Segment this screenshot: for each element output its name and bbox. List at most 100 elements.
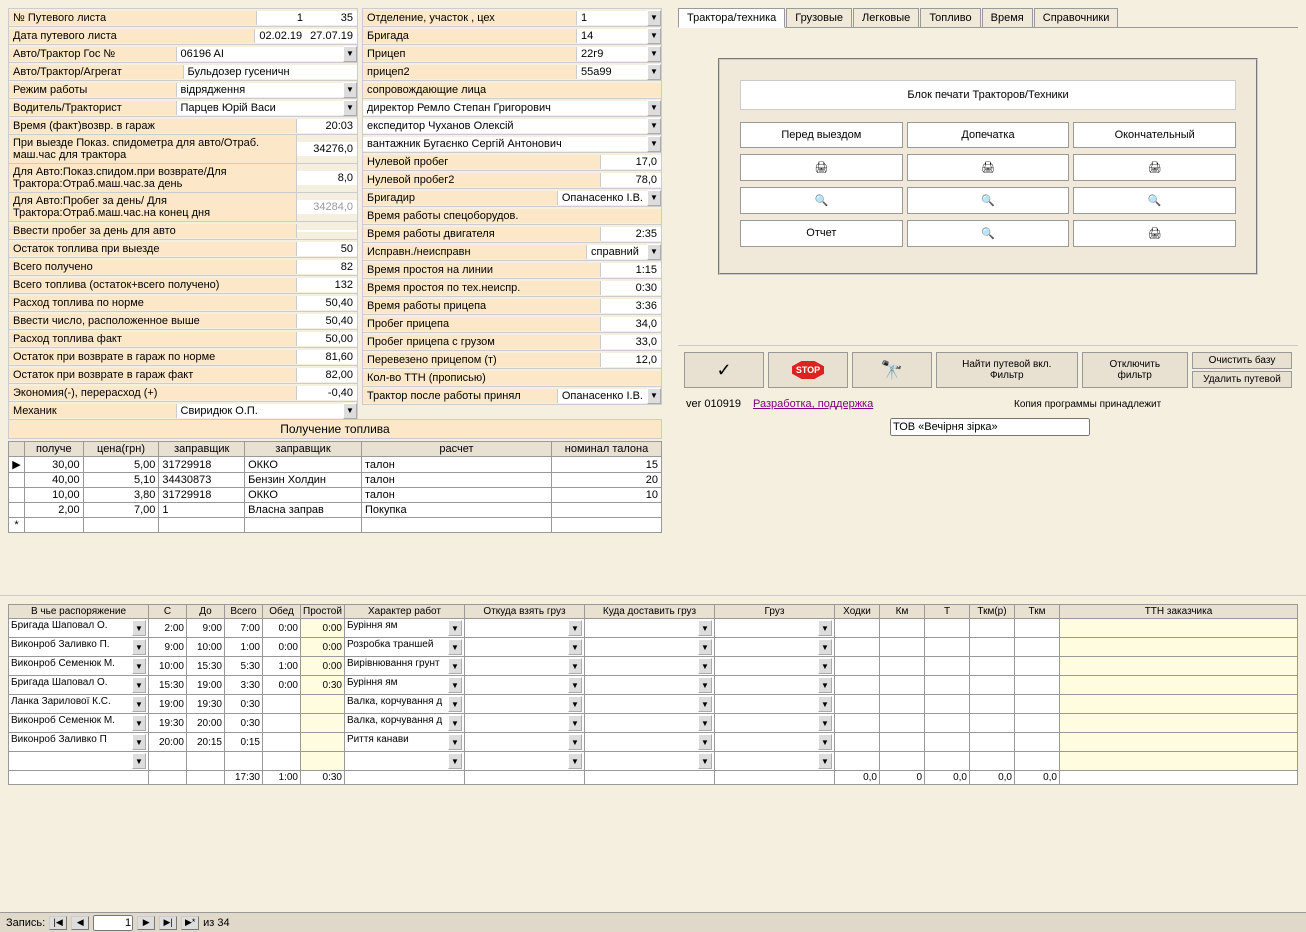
dropdown-icon[interactable]: ▼ bbox=[698, 620, 712, 636]
dropdown-icon[interactable]: ▼ bbox=[818, 753, 832, 769]
engine-time-value[interactable]: 2:35 bbox=[601, 227, 661, 241]
dropdown-icon[interactable]: ▼ bbox=[647, 190, 661, 206]
fuel-fact-value[interactable]: 50,00 bbox=[297, 332, 357, 346]
state-time-[interactable]: 3:36 bbox=[601, 299, 661, 313]
dropdown-icon[interactable]: ▼ bbox=[818, 677, 832, 693]
stop-button[interactable]: STOP bbox=[768, 352, 848, 388]
zero-run-value[interactable]: 17,0 bbox=[601, 155, 661, 169]
binoculars-button[interactable]: 🔭 bbox=[852, 352, 932, 388]
ok-button[interactable]: ✓ bbox=[684, 352, 764, 388]
dropdown-icon[interactable]: ▼ bbox=[818, 715, 832, 731]
disable-filter-button[interactable]: Отключить фильтр bbox=[1082, 352, 1188, 388]
tab-time[interactable]: Время bbox=[982, 8, 1033, 27]
return-time-value[interactable]: 20:03 bbox=[297, 119, 357, 133]
dropdown-icon[interactable]: ▼ bbox=[647, 100, 661, 116]
dropdown-icon[interactable]: ▼ bbox=[818, 639, 832, 655]
dropdown-icon[interactable]: ▼ bbox=[818, 696, 832, 712]
support-link[interactable]: Разработка, поддержка bbox=[753, 398, 873, 410]
dropdown-icon[interactable]: ▼ bbox=[647, 10, 661, 26]
dropdown-icon[interactable]: ▼ bbox=[647, 388, 661, 404]
waybill-no-2[interactable]: 35 bbox=[307, 11, 357, 25]
dropdown-icon[interactable]: ▼ bbox=[698, 677, 712, 693]
preview-before-btn[interactable]: 🔍 bbox=[740, 187, 903, 214]
dropdown-icon[interactable]: ▼ bbox=[698, 639, 712, 655]
report-preview-btn[interactable]: 🔍 bbox=[907, 220, 1070, 247]
dropdown-icon[interactable]: ▼ bbox=[698, 658, 712, 674]
trailer-run-load-value[interactable]: 33,0 bbox=[601, 335, 661, 349]
dropdown-icon[interactable]: ▼ bbox=[448, 658, 462, 674]
find-waybill-button[interactable]: Найти путевой вкл. Фильтр bbox=[936, 352, 1078, 388]
dropdown-icon[interactable]: ▼ bbox=[132, 753, 146, 769]
tab-trucks[interactable]: Грузовые bbox=[786, 8, 852, 27]
dropdown-icon[interactable]: ▼ bbox=[448, 639, 462, 655]
dropdown-icon[interactable]: ▼ bbox=[698, 696, 712, 712]
driver-value[interactable]: Парцев Юрій Васи bbox=[177, 101, 344, 115]
dropdown-icon[interactable]: ▼ bbox=[448, 620, 462, 636]
date-2[interactable]: 27.07.19 bbox=[306, 29, 357, 43]
dropdown-icon[interactable]: ▼ bbox=[818, 658, 832, 674]
dropdown-icon[interactable]: ▼ bbox=[132, 715, 146, 731]
print-before-btn[interactable]: 🖨 bbox=[740, 154, 903, 181]
dropdown-icon[interactable]: ▼ bbox=[568, 620, 582, 636]
mechanic-value[interactable]: Свиридюк О.П. bbox=[177, 404, 344, 418]
nav-first[interactable]: |◀ bbox=[49, 916, 67, 930]
dropdown-icon[interactable]: ▼ bbox=[343, 100, 357, 116]
condition-value[interactable]: справний bbox=[587, 245, 647, 259]
zero-run2-value[interactable]: 78,0 bbox=[601, 173, 661, 187]
trailer-value[interactable]: 22г9 bbox=[577, 47, 647, 61]
dept-value[interactable]: 1 bbox=[577, 11, 647, 25]
mode-value[interactable]: відрядження bbox=[177, 83, 344, 97]
nav-prev[interactable]: ◀ bbox=[71, 916, 89, 930]
fuel-recv-value[interactable]: 82 bbox=[297, 260, 357, 274]
report-print-btn[interactable]: 🖨 bbox=[1073, 220, 1236, 247]
odo-out-value[interactable]: 34276,0 bbox=[297, 142, 357, 156]
date-1[interactable]: 02.02.19 bbox=[255, 29, 306, 43]
dropdown-icon[interactable]: ▼ bbox=[818, 620, 832, 636]
brigadir-value[interactable]: Опанасенко І.В. bbox=[558, 191, 647, 205]
tab-fuel[interactable]: Топливо bbox=[920, 8, 980, 27]
dropdown-icon[interactable]: ▼ bbox=[818, 734, 832, 750]
dropdown-icon[interactable]: ▼ bbox=[448, 753, 462, 769]
dropdown-icon[interactable]: ▼ bbox=[568, 696, 582, 712]
dropdown-icon[interactable]: ▼ bbox=[647, 118, 661, 134]
trailer-run-value[interactable]: 34,0 bbox=[601, 317, 661, 331]
dropdown-icon[interactable]: ▼ bbox=[132, 658, 146, 674]
print-extra-btn[interactable]: 🖨 bbox=[907, 154, 1070, 181]
received-by-value[interactable]: Опанасенко І.В. bbox=[558, 389, 647, 403]
odo-ret-value[interactable]: 8,0 bbox=[297, 171, 357, 185]
dropdown-icon[interactable]: ▼ bbox=[448, 696, 462, 712]
dropdown-icon[interactable]: ▼ bbox=[343, 403, 357, 419]
dropdown-icon[interactable]: ▼ bbox=[698, 715, 712, 731]
dropdown-icon[interactable]: ▼ bbox=[132, 677, 146, 693]
delete-waybill-button[interactable]: Удалить путевой bbox=[1192, 371, 1292, 388]
nav-new[interactable]: ▶* bbox=[181, 916, 199, 930]
trailer-tons-value[interactable]: 12,0 bbox=[601, 353, 661, 367]
brigade-value[interactable]: 14 bbox=[577, 29, 647, 43]
escort-3[interactable]: вантажник Бугаєнко Сергій Антонович bbox=[363, 137, 647, 151]
dropdown-icon[interactable]: ▼ bbox=[132, 696, 146, 712]
dropdown-icon[interactable]: ▼ bbox=[647, 136, 661, 152]
nav-next[interactable]: ▶ bbox=[137, 916, 155, 930]
waybill-no-1[interactable]: 1 bbox=[257, 11, 307, 25]
dropdown-icon[interactable]: ▼ bbox=[568, 658, 582, 674]
dropdown-icon[interactable]: ▼ bbox=[568, 715, 582, 731]
record-pos[interactable] bbox=[93, 915, 133, 931]
preview-extra-btn[interactable]: 🔍 bbox=[907, 187, 1070, 214]
preview-final-btn[interactable]: 🔍 bbox=[1073, 187, 1236, 214]
dropdown-icon[interactable]: ▼ bbox=[647, 244, 661, 260]
dropdown-icon[interactable]: ▼ bbox=[132, 639, 146, 655]
dropdown-icon[interactable]: ▼ bbox=[132, 734, 146, 750]
dropdown-icon[interactable]: ▼ bbox=[698, 753, 712, 769]
fuel-out-value[interactable]: 50 bbox=[297, 242, 357, 256]
tab-cars[interactable]: Легковые bbox=[853, 8, 919, 27]
dropdown-icon[interactable]: ▼ bbox=[568, 734, 582, 750]
idle-line-value[interactable]: 1:15 bbox=[601, 263, 661, 277]
dropdown-icon[interactable]: ▼ bbox=[647, 64, 661, 80]
dropdown-icon[interactable]: ▼ bbox=[448, 715, 462, 731]
dropdown-icon[interactable]: ▼ bbox=[132, 620, 146, 636]
dropdown-icon[interactable]: ▼ bbox=[647, 28, 661, 44]
tab-tractors[interactable]: Трактора/техника bbox=[678, 8, 785, 28]
owner-input[interactable] bbox=[890, 418, 1090, 436]
enter-run-value[interactable] bbox=[297, 230, 357, 232]
trailer2-value[interactable]: 55а99 bbox=[577, 65, 647, 79]
